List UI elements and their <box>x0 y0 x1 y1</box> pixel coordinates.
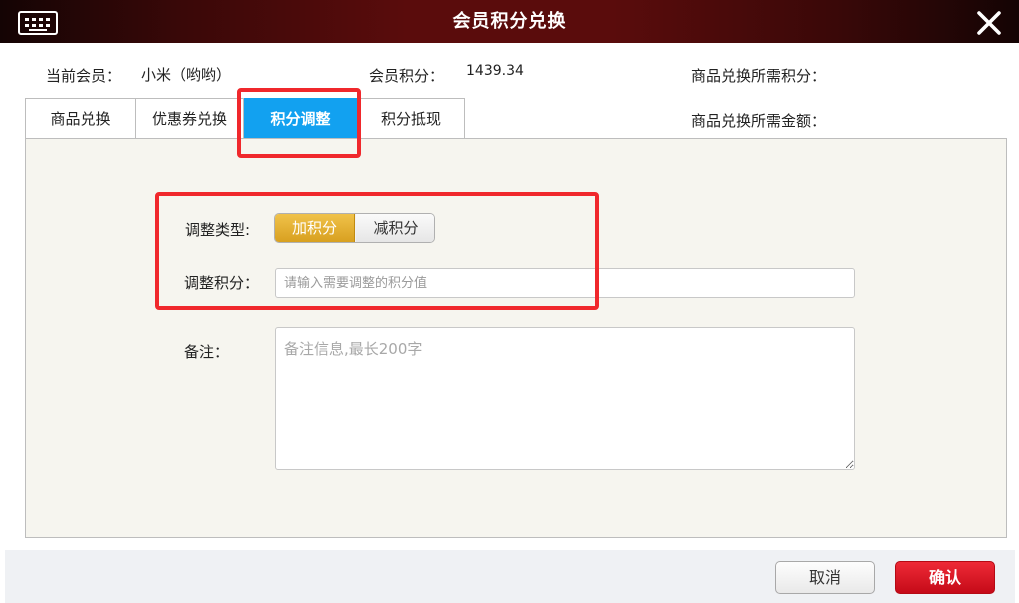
points-label: 会员积分： <box>369 67 445 85</box>
remark-textarea[interactable] <box>275 327 855 470</box>
subtract-points-option[interactable]: 减积分 <box>356 214 434 242</box>
confirm-button[interactable]: 确认 <box>895 561 995 594</box>
adjust-type-toggle: 加积分 减积分 <box>274 213 435 243</box>
adjust-points-input[interactable] <box>275 268 855 298</box>
required-points-label: 商品兑换所需积分： <box>691 67 827 85</box>
member-value: 小米（哟哟） <box>141 66 232 84</box>
tab-coupon-exchange[interactable]: 优惠券兑换 <box>135 98 244 138</box>
cancel-button[interactable]: 取消 <box>775 561 875 594</box>
title-bar: 会员积分兑换 <box>0 0 1019 43</box>
tab-goods-exchange[interactable]: 商品兑换 <box>25 98 136 138</box>
dialog-title: 会员积分兑换 <box>452 11 567 32</box>
member-label: 当前会员： <box>46 67 122 85</box>
tab-points-adjust[interactable]: 积分调整 <box>244 98 357 138</box>
remark-label: 备注： <box>184 343 230 361</box>
tab-points-cash[interactable]: 积分抵现 <box>357 98 465 138</box>
adjust-points-label: 调整积分： <box>184 274 260 292</box>
close-icon[interactable] <box>976 10 1002 36</box>
adjust-type-label: 调整类型: <box>185 221 251 239</box>
required-amount-label: 商品兑换所需金额： <box>691 112 827 130</box>
points-value: 1439.34 <box>466 63 524 79</box>
add-points-option[interactable]: 加积分 <box>275 214 355 242</box>
